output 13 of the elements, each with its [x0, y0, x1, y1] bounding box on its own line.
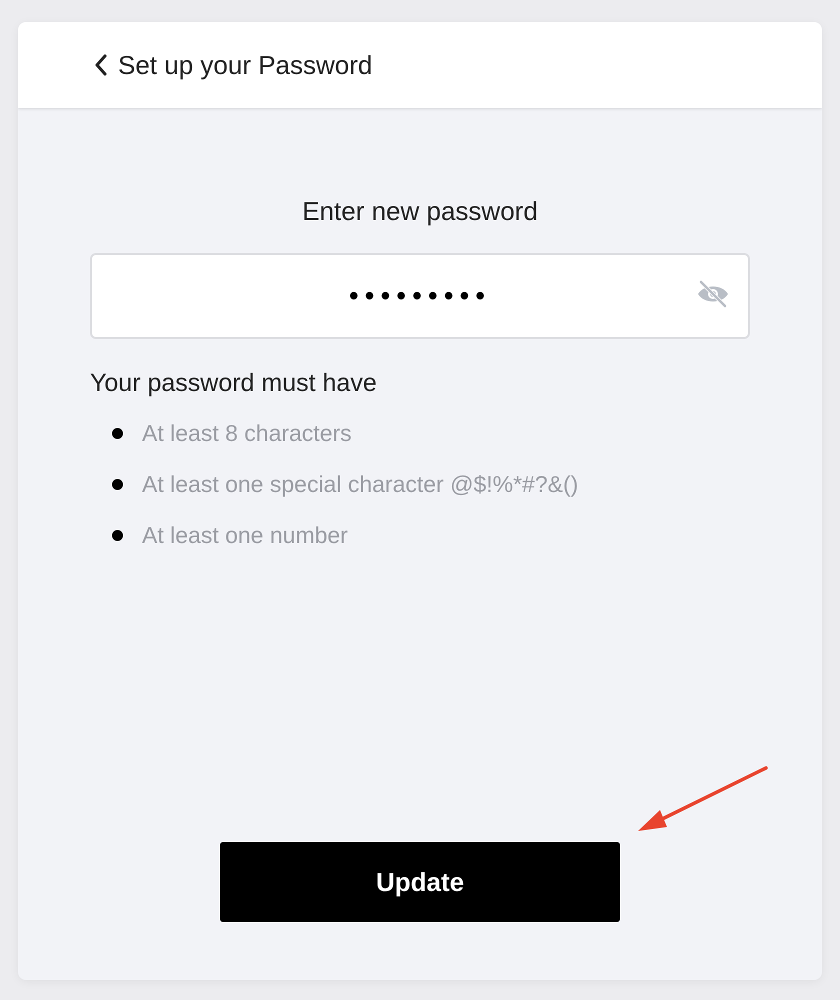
field-label: Enter new password	[301, 196, 539, 227]
rule-text: At least one special character @$!%*#?&()	[142, 471, 578, 498]
bullet-icon	[112, 428, 123, 439]
rule-text: At least one number	[142, 522, 348, 549]
bullet-icon	[112, 479, 123, 490]
chevron-left-icon	[94, 54, 108, 76]
rules-heading: Your password must have	[90, 369, 378, 398]
password-field[interactable]: •••••••••	[90, 253, 750, 339]
update-button[interactable]: Update	[220, 842, 620, 922]
bullet-icon	[112, 530, 123, 541]
eye-slash-icon[interactable]	[696, 280, 730, 308]
back-button[interactable]: Set up your Password	[94, 50, 372, 80]
rule-text: At least 8 characters	[142, 420, 352, 447]
